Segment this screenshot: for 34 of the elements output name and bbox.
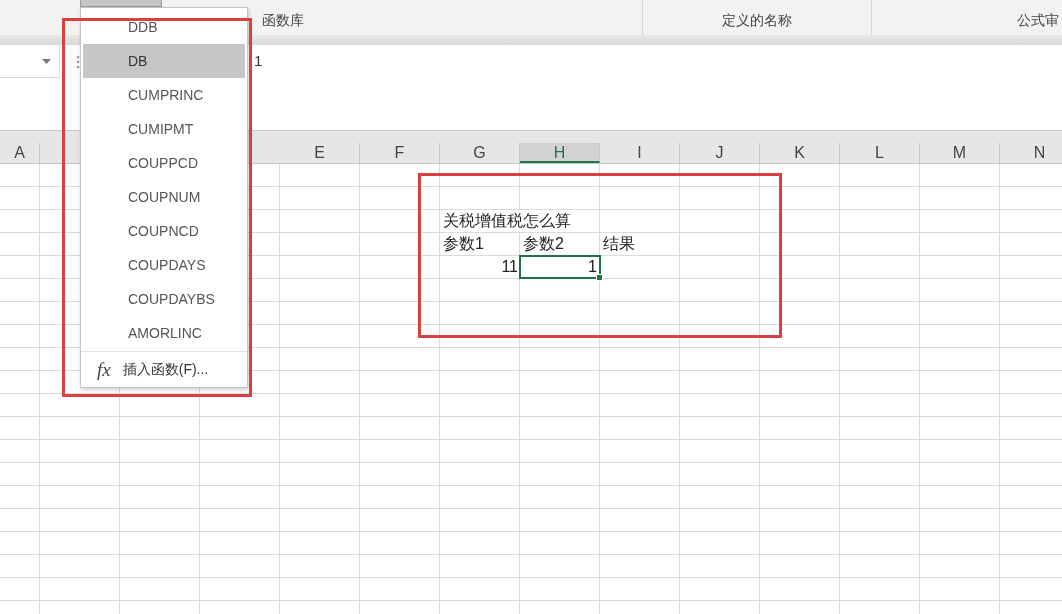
column-header[interactable]: J [680, 143, 760, 163]
column-header[interactable]: E [280, 143, 360, 163]
menu-item[interactable]: 插入函数(F)... [122, 361, 209, 379]
group-label: 函数库 [262, 12, 304, 30]
table-cell: 1 [519, 255, 601, 279]
table-cell: 关税增值税怎么算 [443, 210, 573, 232]
column-header[interactable]: H [520, 143, 600, 163]
column-header[interactable]: N [1000, 143, 1062, 163]
menu-item[interactable]: COUPNCD [83, 214, 245, 248]
column-header[interactable]: M [920, 143, 1000, 163]
group-label: 公式审 [1017, 12, 1059, 30]
formula-field[interactable]: 1 [250, 52, 267, 72]
menu-item[interactable]: DB [83, 44, 245, 78]
menu-item[interactable]: COUPPCD [83, 146, 245, 180]
menu-item[interactable]: CUMPRINC [83, 78, 245, 112]
column-header[interactable]: A [0, 143, 40, 163]
pressed-button[interactable] [80, 0, 162, 7]
column-header[interactable]: L [840, 143, 920, 163]
function-icon: fx [97, 359, 111, 381]
menu-item[interactable]: CUMIPMT [83, 112, 245, 146]
grip-icon[interactable] [76, 55, 80, 69]
menu-item[interactable]: COUPNUM [83, 180, 245, 214]
table-cell: 参数2 [523, 233, 566, 255]
menu-item[interactable]: DDB [83, 10, 245, 44]
menu-item[interactable]: COUPDAYS [83, 248, 245, 282]
column-header[interactable]: I [600, 143, 680, 163]
menu-item[interactable]: COUPDAYBS [83, 282, 245, 316]
table-cell: 参数1 [443, 233, 486, 255]
menu-item[interactable]: AMORLINC [83, 316, 245, 350]
column-header[interactable]: K [760, 143, 840, 163]
table-cell-text: 11 [500, 257, 519, 277]
group-label: 定义的名称 [722, 12, 792, 30]
caret-icon[interactable] [42, 58, 51, 64]
column-header[interactable]: F [360, 143, 440, 163]
